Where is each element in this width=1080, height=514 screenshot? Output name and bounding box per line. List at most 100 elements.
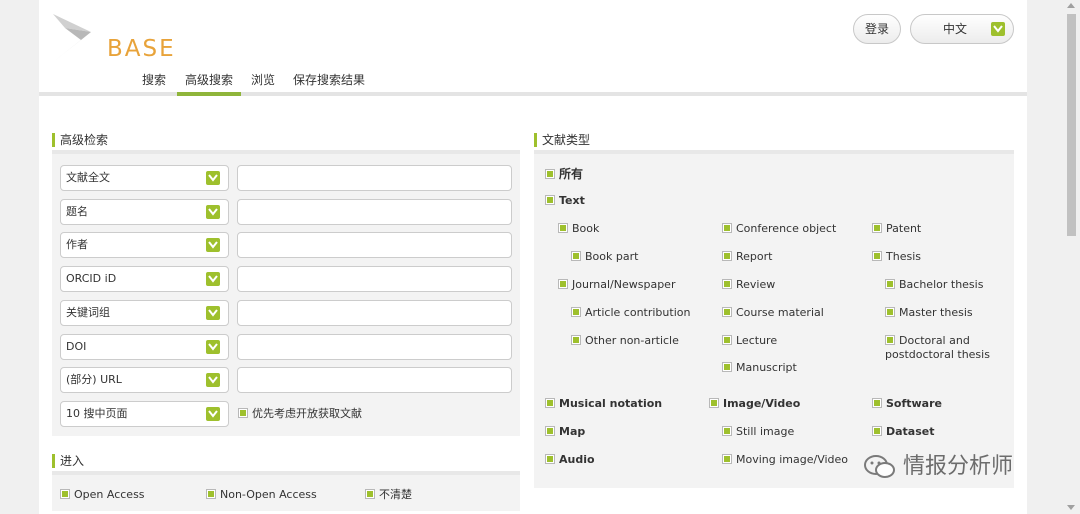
doctype-manuscript-checkbox[interactable]: Manuscript — [722, 361, 797, 375]
doctype-thesis-checkbox[interactable]: Thesis — [872, 250, 921, 264]
results-per-page-select[interactable]: 10 搜中页面 — [60, 401, 229, 427]
checkbox-checked-icon — [238, 408, 248, 418]
base-logo[interactable]: BASE — [51, 12, 191, 64]
doctype-moving-image-label: Moving image/Video — [736, 453, 849, 466]
prefer-open-access-label: 优先考虑开放获取文献 — [252, 407, 362, 420]
checkbox-checked-icon — [885, 335, 895, 345]
field-select-3[interactable]: 作者 — [60, 232, 229, 258]
doctype-still-image-checkbox[interactable]: Still image — [722, 425, 794, 439]
field-select-value: 题名 — [66, 205, 88, 218]
checkbox-checked-icon — [571, 251, 581, 261]
checkbox-checked-icon — [722, 223, 732, 233]
checkbox-checked-icon — [885, 307, 895, 317]
doctype-course-material-checkbox[interactable]: Course material — [722, 306, 824, 320]
advanced-search-title: 高级检索 — [52, 133, 108, 147]
document-type-title: 文献类型 — [534, 133, 590, 147]
access-unknown-checkbox[interactable]: 不清楚 — [365, 488, 412, 502]
tab-saved-searches[interactable]: 保存搜索结果 — [293, 71, 365, 88]
doctype-review-checkbox[interactable]: Review — [722, 278, 775, 292]
field-select-2[interactable]: 题名 — [60, 199, 229, 225]
doctype-journal-checkbox[interactable]: Journal/Newspaper — [558, 278, 675, 292]
doctype-lecture-checkbox[interactable]: Lecture — [722, 334, 777, 348]
search-term-input-3[interactable] — [237, 232, 512, 258]
doctype-doctoral-thesis-label: Doctoral and — [899, 334, 970, 347]
doctype-bachelor-thesis-label: Bachelor thesis — [899, 278, 984, 291]
search-term-input-1[interactable] — [237, 165, 512, 191]
checkbox-checked-icon — [571, 307, 581, 317]
access-non-open-label: Non-Open Access — [220, 488, 317, 501]
doctype-image-video-label: Image/Video — [723, 397, 801, 410]
checkbox-checked-icon — [872, 426, 882, 436]
doctype-audio-checkbox[interactable]: Audio — [545, 453, 595, 467]
field-select-4[interactable]: ORCID iD — [60, 266, 229, 292]
doctype-still-image-label: Still image — [736, 425, 795, 438]
doctype-bachelor-thesis-checkbox[interactable]: Bachelor thesis — [885, 278, 983, 292]
access-non-open-checkbox[interactable]: Non-Open Access — [206, 488, 317, 502]
doctype-article-contribution-checkbox[interactable]: Article contribution — [571, 306, 690, 320]
doctype-dataset-checkbox[interactable]: Dataset — [872, 425, 935, 439]
field-select-value: 关键词组 — [66, 306, 110, 319]
scroll-up-icon[interactable] — [1067, 3, 1075, 8]
doctype-book-checkbox[interactable]: Book — [558, 222, 599, 236]
scroll-down-icon[interactable] — [1067, 505, 1075, 510]
doctype-review-label: Review — [736, 278, 776, 291]
doctype-other-non-article-checkbox[interactable]: Other non-article — [571, 334, 679, 348]
doctype-report-checkbox[interactable]: Report — [722, 250, 772, 264]
doctype-lecture-label: Lecture — [736, 334, 778, 347]
language-select[interactable]: 中文 — [910, 14, 1014, 44]
access-unknown-label: 不清楚 — [379, 488, 412, 501]
doctype-doctoral-thesis-checkbox[interactable]: Doctoral and — [885, 334, 970, 348]
checkbox-checked-icon — [545, 195, 555, 205]
search-term-input-2[interactable] — [237, 199, 512, 225]
checkbox-checked-icon — [571, 335, 581, 345]
search-term-input-6[interactable] — [237, 334, 512, 360]
doctype-moving-image-checkbox[interactable]: Moving image/Video — [722, 453, 848, 467]
doctype-text-checkbox[interactable]: Text — [545, 194, 585, 208]
logo-chevron-icon — [53, 14, 91, 62]
checkbox-checked-icon — [545, 426, 555, 436]
checkbox-checked-icon — [722, 251, 732, 261]
chevron-down-icon — [206, 205, 220, 219]
field-select-5[interactable]: 关键词组 — [60, 300, 229, 326]
login-button[interactable]: 登录 — [853, 14, 901, 44]
doctype-map-label: Map — [559, 425, 586, 438]
doctype-image-video-checkbox[interactable]: Image/Video — [709, 397, 800, 411]
field-select-value: ORCID iD — [66, 272, 117, 285]
checkbox-checked-icon — [722, 426, 732, 436]
access-open-checkbox[interactable]: Open Access — [60, 488, 145, 502]
doctype-doctoral-thesis-label-line2: postdoctoral thesis — [885, 348, 990, 361]
search-term-input-7[interactable] — [237, 367, 512, 393]
tab-search[interactable]: 搜索 — [142, 71, 166, 88]
chevron-down-icon — [206, 340, 220, 354]
scrollbar-thumb[interactable] — [1067, 14, 1076, 236]
scrollbar[interactable] — [1063, 0, 1080, 514]
doctype-master-thesis-checkbox[interactable]: Master thesis — [885, 306, 973, 320]
doctype-musical-notation-checkbox[interactable]: Musical notation — [545, 397, 662, 411]
chevron-down-icon — [206, 373, 220, 387]
field-select-value: DOI — [66, 340, 87, 353]
advanced-search-panel — [52, 154, 520, 436]
doctype-course-material-label: Course material — [736, 306, 824, 319]
field-select-6[interactable]: DOI — [60, 334, 229, 360]
chevron-down-icon — [206, 238, 220, 252]
doctype-all-checkbox[interactable]: 所有 — [545, 167, 583, 181]
doctype-map-checkbox[interactable]: Map — [545, 425, 585, 439]
watermark-text: 情报分析师 — [903, 454, 1014, 479]
tab-browse[interactable]: 浏览 — [251, 71, 275, 88]
field-select-value: (部分) URL — [66, 373, 122, 386]
field-select-7[interactable]: (部分) URL — [60, 367, 229, 393]
field-select-1[interactable]: 文献全文 — [60, 165, 229, 191]
doctype-article-contribution-label: Article contribution — [585, 306, 691, 319]
search-term-input-4[interactable] — [237, 266, 512, 292]
prefer-open-access-checkbox[interactable]: 优先考虑开放获取文献 — [238, 407, 362, 421]
search-term-input-5[interactable] — [237, 300, 512, 326]
doctype-book-part-label: Book part — [585, 250, 639, 263]
doctype-book-part-checkbox[interactable]: Book part — [571, 250, 638, 264]
doctype-patent-checkbox[interactable]: Patent — [872, 222, 921, 236]
results-per-page-value: 10 搜中页面 — [66, 407, 128, 420]
checkbox-checked-icon — [545, 168, 555, 179]
doctype-software-checkbox[interactable]: Software — [872, 397, 942, 411]
doctype-audio-label: Audio — [559, 453, 595, 466]
doctype-conference-object-checkbox[interactable]: Conference object — [722, 222, 836, 236]
tab-advanced-search[interactable]: 高级搜索 — [177, 71, 242, 96]
